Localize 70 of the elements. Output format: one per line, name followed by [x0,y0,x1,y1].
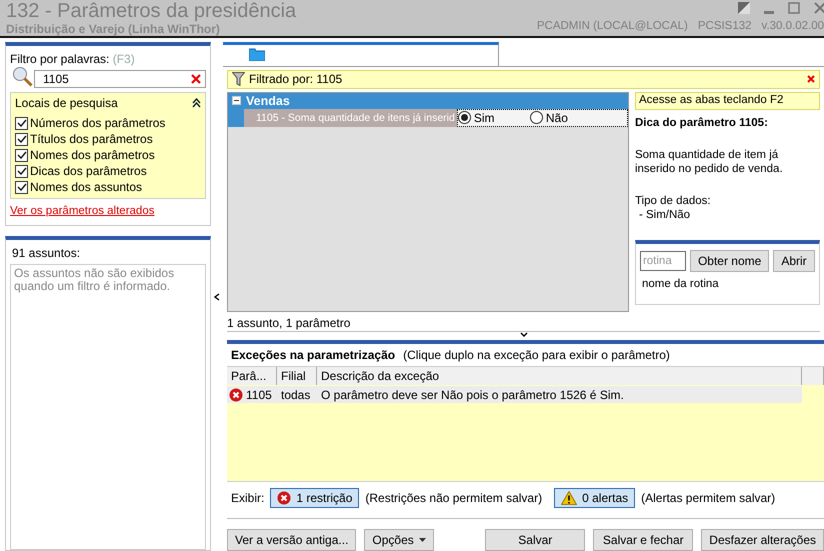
checkbox[interactable] [15,148,28,162]
option-label: Nomes dos assuntos [30,180,142,194]
option-label: Não [546,110,568,125]
collapse-left-icon[interactable] [214,292,220,300]
filter-text: Filtrado por: 1105 [249,72,342,86]
filter-toggle[interactable]: 1 restrição [270,488,360,508]
collapse-icon[interactable] [192,98,201,108]
toggle-note: (Alertas permitem salvar) [641,491,776,505]
error-icon [229,388,243,402]
subjects-message: Os assuntos não são exibidos quando um filtro é informado. [10,264,206,550]
table-cell: 1105 [246,388,272,402]
routine-field[interactable]: rotina [640,250,686,271]
program-label: PCSIS132 [698,20,752,32]
checkbox[interactable] [15,116,28,130]
subjects-count: 91 assuntos: [11,245,82,260]
changed-params-link[interactable]: Ver os parâmetros alterados [10,205,206,217]
window-title: 132 - Parâmetros da presidência [6,0,296,22]
table-cell: todas [281,388,310,402]
action-button[interactable]: Ver a versão antiga... [227,529,356,551]
filter-toggle[interactable]: 0 alertas [554,488,636,508]
column-header[interactable]: Descrição da exceção [317,367,802,385]
checkbox[interactable] [15,164,28,178]
option-label: Títulos dos parâmetros [30,132,153,146]
toggle-note: (Restrições não permitem salvar) [365,491,542,505]
search-field[interactable]: 1105 [34,70,206,88]
action-button[interactable]: Opções [364,529,434,551]
filter-label: Filtro por palavras: (F3) [10,52,135,66]
option-label: Números dos parâmetros [30,116,166,130]
folder-icon [249,48,265,61]
hint-title: Dica do parâmetro 1105: [634,116,769,130]
show-label: Exibir: [231,491,264,505]
radio-button[interactable] [530,111,543,124]
action-button[interactable]: Salvar e fechar [593,529,694,551]
tab[interactable] [223,42,499,66]
version-label: v.30.0.02.00 [762,20,824,32]
table-cell: O parâmetro deve ser Não pois o parâmetro 1526 é Sim. [321,388,624,402]
collapse-down-icon[interactable] [520,332,528,338]
close-icon[interactable] [814,2,824,14]
option-label: Sim [474,110,495,125]
action-button[interactable]: Salvar [485,529,586,551]
search-icon [12,66,34,88]
option-label: Nomes dos parâmetros [30,148,155,162]
routine-name: nome da rotina [640,278,720,290]
caret-icon [418,538,426,542]
restore-icon[interactable] [738,2,750,14]
user-label: PCADMIN (LOCAL@LOCAL) [536,20,688,32]
hint-text: Soma quantidade de item já inserido no pedido de venda. [634,148,784,176]
tree-status: 1 assunto, 1 parâmetro [227,316,350,330]
hint-banner: Acesse as abas teclando F2 [634,92,820,110]
data-type-label: Tipo de dados: [634,194,712,208]
exceptions-note: (Clique duplo na exceção para exibir o parâmetro) [403,348,670,362]
clear-icon[interactable] [191,74,201,84]
radio-button[interactable] [458,111,471,124]
data-type-value: - Sim/Não [638,208,692,222]
error-icon [277,491,292,505]
checkbox[interactable] [15,132,28,146]
warning-icon [561,491,578,505]
maximize-icon[interactable] [788,2,800,14]
option-label: Dicas dos parâmetros [30,164,147,178]
action-button[interactable]: Desfazer alterações [701,529,824,551]
column-header[interactable]: Filial [277,367,317,385]
checkbox[interactable] [15,180,28,194]
routine-button[interactable]: Obter nome [690,250,770,272]
section-title: Locais de pesquisa [15,96,118,110]
funnel-icon [232,72,245,86]
column-header[interactable]: Parâ... [227,367,277,385]
window-subtitle: Distribuição e Varejo (Linha WinThor) [6,22,221,36]
clear-filter-icon[interactable] [807,75,815,84]
routine-button[interactable]: Abrir [773,250,815,272]
exceptions-title: Exceções na parametrização [231,348,396,362]
